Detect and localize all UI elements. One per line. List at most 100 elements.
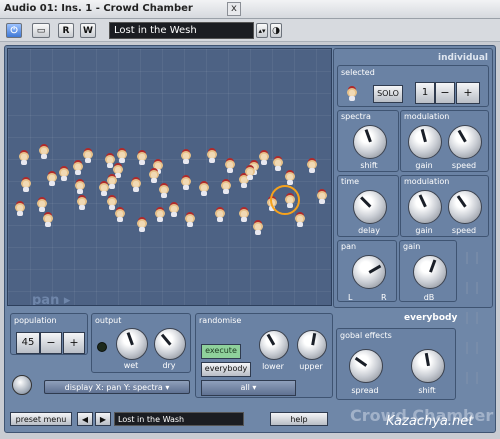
crowd-voice[interactable]: [306, 158, 318, 173]
power-button[interactable]: ⏻: [6, 23, 22, 38]
crowd-voice[interactable]: [220, 179, 232, 194]
gain-label: gain: [403, 242, 421, 251]
preset-name-field[interactable]: Lost in the Wesh: [109, 22, 254, 39]
gain-section: gain dB: [399, 240, 457, 302]
crowd-voice[interactable]: [148, 168, 160, 183]
window-titlebar: Audio 01: Ins. 1 - Crowd Chamber x: [0, 0, 500, 19]
bypass-button[interactable]: ▭: [32, 23, 50, 38]
population-plus-button[interactable]: +: [63, 332, 85, 354]
close-button[interactable]: x: [227, 2, 241, 16]
preset-name-display[interactable]: Lost in the Wash: [114, 412, 244, 426]
crowd-voice[interactable]: [258, 150, 270, 165]
crowd-voice[interactable]: [114, 207, 126, 222]
crowd-field[interactable]: spectra pan ▸: [7, 48, 332, 306]
crowd-voice[interactable]: [180, 175, 192, 190]
crowd-voice[interactable]: [198, 181, 210, 196]
crowd-voice[interactable]: [244, 165, 256, 180]
preset-menu-button[interactable]: preset menu: [10, 412, 72, 426]
crowd-voice[interactable]: [158, 183, 170, 198]
time-label: time: [341, 177, 360, 186]
global-shift-knob[interactable]: [411, 349, 445, 383]
mod-speed-knob-1[interactable]: [448, 125, 482, 159]
gain-knob[interactable]: [413, 255, 447, 289]
mod-speed-knob-2[interactable]: [448, 190, 482, 224]
crowd-voice[interactable]: [252, 220, 264, 235]
shift-knob[interactable]: [353, 125, 387, 159]
shift-knob-label: shift: [360, 161, 378, 170]
crowd-voice[interactable]: [72, 160, 84, 175]
crowd-voice[interactable]: [184, 212, 196, 227]
crowd-voice[interactable]: [284, 170, 296, 185]
wet-knob-label: wet: [123, 361, 139, 370]
output-section: output wet dry: [91, 313, 191, 373]
wet-knob[interactable]: [116, 328, 148, 360]
crowd-voice[interactable]: [18, 150, 30, 165]
modulation-section-2: modulation gain speed: [400, 175, 489, 237]
crowd-voice[interactable]: [74, 179, 86, 194]
crowd-voice[interactable]: [20, 177, 32, 192]
pan-knob[interactable]: [352, 255, 386, 289]
lower-knob[interactable]: [259, 330, 289, 360]
footprint-decoration: ❘❘: [462, 370, 483, 384]
crowd-voice[interactable]: [136, 150, 148, 165]
crowd-voice[interactable]: [168, 202, 180, 217]
everybody-button[interactable]: everybody: [201, 362, 251, 377]
mod-gain-label-2: gain: [415, 226, 433, 235]
preset-arrows[interactable]: ▴▾: [256, 23, 268, 38]
crowd-voice[interactable]: [58, 166, 70, 181]
selected-minus-button[interactable]: −: [435, 82, 455, 104]
pan-label: pan: [341, 242, 357, 251]
crowd-voice[interactable]: [238, 207, 250, 222]
crowd-voice[interactable]: [76, 195, 88, 210]
display-toggle-knob[interactable]: [12, 375, 32, 395]
crowd-voice[interactable]: [106, 174, 118, 189]
spectra-label: spectra: [341, 112, 371, 121]
crowd-voice[interactable]: [180, 149, 192, 164]
population-minus-button[interactable]: −: [40, 332, 62, 354]
crowd-voice[interactable]: [224, 158, 236, 173]
selected-voice-ring[interactable]: [270, 185, 300, 215]
selected-plus-button[interactable]: +: [456, 82, 480, 104]
selected-voice-number[interactable]: 1: [415, 82, 435, 104]
crowd-voice[interactable]: [206, 148, 218, 163]
upper-knob[interactable]: [297, 330, 327, 360]
crowd-voice[interactable]: [36, 197, 48, 212]
crowd-voice[interactable]: [214, 207, 226, 222]
crowd-voice[interactable]: [154, 207, 166, 222]
crowd-voice[interactable]: [116, 148, 128, 163]
delay-knob[interactable]: [353, 190, 387, 224]
randomise-label: randomise: [199, 316, 242, 325]
dry-knob[interactable]: [154, 328, 186, 360]
preset-save-icon[interactable]: ◑: [270, 23, 282, 38]
crowd-voice[interactable]: [14, 201, 26, 216]
display-axes-select[interactable]: display X: pan Y: spectra ▾: [44, 380, 190, 394]
crowd-voice[interactable]: [136, 217, 148, 232]
previous-preset-button[interactable]: ◀: [77, 412, 93, 426]
crowd-voice[interactable]: [46, 171, 58, 186]
mod-gain-knob-2[interactable]: [408, 190, 442, 224]
output-led: [97, 342, 107, 352]
footprint-decoration: ❘❘: [462, 280, 483, 294]
site-watermark: Kazachya.net: [386, 414, 474, 429]
crowd-voice[interactable]: [316, 189, 328, 204]
spread-knob[interactable]: [349, 349, 383, 383]
crowd-voice[interactable]: [38, 144, 50, 159]
write-automation-button[interactable]: W: [80, 23, 96, 38]
help-button[interactable]: help: [270, 412, 328, 426]
population-value[interactable]: 45: [16, 332, 40, 354]
crowd-voice[interactable]: [42, 212, 54, 227]
crowd-voice[interactable]: [294, 212, 306, 227]
selected-section: selected SOLO 1 − +: [337, 65, 489, 107]
crowd-voice[interactable]: [82, 148, 94, 163]
upper-knob-label: upper: [299, 362, 323, 371]
next-preset-button[interactable]: ▶: [95, 412, 111, 426]
crowd-voice[interactable]: [130, 177, 142, 192]
read-automation-button[interactable]: R: [58, 23, 74, 38]
solo-button[interactable]: SOLO: [373, 85, 403, 103]
time-section: time delay: [337, 175, 399, 237]
randomise-scope-select[interactable]: all ▾: [201, 380, 296, 396]
execute-button[interactable]: execute: [201, 344, 241, 359]
gain-unit-label: dB: [423, 293, 435, 302]
crowd-voice[interactable]: [272, 156, 284, 171]
mod-gain-knob-1[interactable]: [408, 125, 442, 159]
